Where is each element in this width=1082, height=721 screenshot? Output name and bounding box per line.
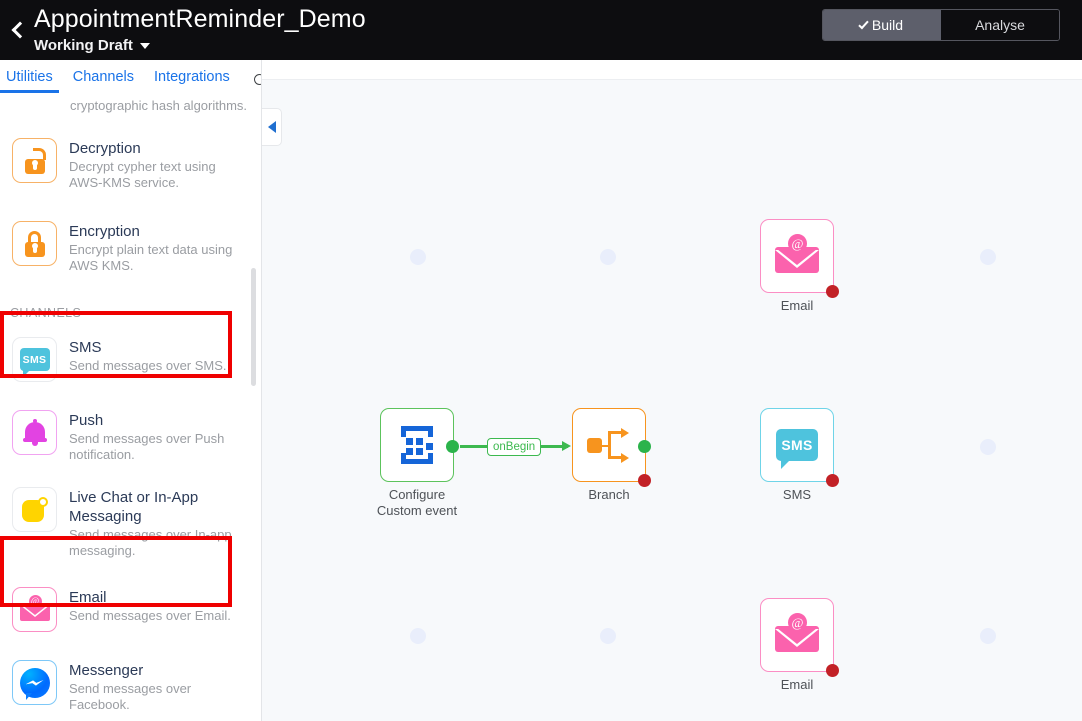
canvas-node-configure-custom-event[interactable]: Configure Custom event [377,408,477,519]
back-button[interactable] [0,0,34,60]
sms-bubble-icon: SMS [12,337,57,382]
sidebar-tabs: Utilities Channels Integrations [0,60,261,95]
node-label: Email [780,677,814,692]
sidebar-item-decryption[interactable]: Decryption Decrypt cypher text using AWS… [0,128,261,201]
canvas-node-email-bottom[interactable]: @ Email [760,598,857,693]
analyse-label: Analyse [975,17,1025,33]
node-label: Branch [588,487,630,502]
node-output-port[interactable] [638,440,651,453]
item-description: Encrypt plain text data using AWS KMS. [69,242,233,273]
grid-dot [980,249,996,265]
item-title: Decryption [69,140,141,157]
item-description: Send messages over Push notification. [69,431,225,462]
node-error-port[interactable] [638,474,651,487]
analyse-tab[interactable]: Analyse [941,10,1059,40]
node-box[interactable] [572,408,651,487]
envelope-at-icon: @ [775,234,819,273]
node-label-line1: Configure [388,487,446,502]
lock-icon [12,221,57,266]
item-title: Encryption [69,223,140,240]
tab-utilities-label: Utilities [6,69,53,85]
draft-label: Working Draft [34,36,133,54]
node-label: Email [780,298,814,313]
item-title: Email [69,589,107,606]
node-box[interactable]: @ [760,219,839,298]
mode-toggle: Build Analyse [822,9,1060,41]
top-bar: AppointmentReminder_Demo Working Draft B… [0,0,1082,60]
item-description: Send messages over SMS. [69,358,227,373]
truncated-description: cryptographic hash algorithms. [70,98,248,113]
canvas-top-strip [262,60,1082,80]
grid-dot [600,628,616,644]
tab-utilities[interactable]: Utilities [0,69,59,93]
sidebar-item-messenger[interactable]: Messenger Send messages over Facebook. [0,650,261,721]
sidebar-item-live-chat[interactable]: Live Chat or In-App Messaging Send messa… [0,477,261,569]
draft-selector[interactable]: Working Draft [34,36,366,56]
build-label: Build [871,17,904,33]
node-label: Configure Custom event [357,487,477,519]
node-box[interactable]: @ [760,598,839,677]
back-chevron-icon [11,21,29,39]
sidebar-item-encryption[interactable]: Encryption Encrypt plain text data using… [0,211,261,284]
node-label: SMS [782,487,812,502]
unlock-icon [12,138,57,183]
canvas-node-sms[interactable]: SMS SMS [760,408,857,503]
tab-integrations[interactable]: Integrations [154,69,230,93]
node-box[interactable] [380,408,459,482]
connector-label[interactable]: onBegin [487,438,542,456]
sidebar-item-sms[interactable]: SMS SMS Send messages over SMS. [0,325,261,394]
search-icon[interactable] [253,69,261,89]
collapse-panel-button[interactable] [262,108,282,146]
sms-bubble-icon: SMS [776,429,818,469]
search-glyph [253,73,261,85]
left-sidebar: Utilities Channels Integrations cryptogr… [0,60,262,721]
chevron-down-icon [139,42,150,49]
item-description: Send messages over Email. [69,608,231,623]
node-output-port[interactable] [446,440,459,453]
node-error-port[interactable] [826,664,839,677]
section-label-channels: CHANNELS [10,306,82,320]
custom-event-icon [396,424,438,466]
item-title: Messenger [69,662,144,679]
grid-dot [980,628,996,644]
bell-icon [12,410,57,455]
envelope-at-icon: @ [12,587,57,632]
chat-square-icon [12,487,57,532]
node-box[interactable]: SMS [760,408,839,487]
tab-channels-label: Channels [72,69,134,85]
grid-dot [600,249,616,265]
app-root: AppointmentReminder_Demo Working Draft B… [0,0,1082,721]
build-tab[interactable]: Build [823,10,941,40]
node-error-port[interactable] [826,474,839,487]
sidebar-scrollbar[interactable] [251,268,256,386]
connector-arrow-icon [562,441,571,451]
collapse-left-icon [267,121,276,133]
messenger-icon [12,660,57,705]
title-block: AppointmentReminder_Demo Working Draft [34,5,366,56]
envelope-at-icon: @ [775,613,819,652]
node-label-line2: Custom event [376,503,458,518]
canvas-node-branch[interactable]: Branch [572,408,669,503]
flow-canvas[interactable]: @ Email Configure Custom event onBegin B… [262,60,1082,721]
grid-dot [410,628,426,644]
item-description: Decrypt cypher text using AWS-KMS servic… [69,159,216,190]
grid-dot [980,439,996,455]
tab-integrations-label: Integrations [154,69,230,85]
node-error-port[interactable] [826,285,839,298]
page-title: AppointmentReminder_Demo [34,4,366,33]
check-icon [858,18,869,29]
item-title: Push [69,412,104,429]
item-description: Send messages over Facebook. [69,681,192,712]
sidebar-item-push[interactable]: Push Send messages over Push notificatio… [0,400,261,473]
tab-channels[interactable]: Channels [73,69,134,93]
item-title: Live Chat or In-App Messaging [69,489,199,525]
sidebar-item-email[interactable]: @ Email Send messages over Email. [0,575,261,646]
sidebar-list[interactable]: cryptographic hash algorithms. Decryptio… [0,95,261,721]
grid-dot [410,249,426,265]
item-description: Send messages over In-app messaging. [69,527,232,558]
branch-icon [587,425,631,465]
canvas-node-email-top[interactable]: @ Email [760,219,857,314]
item-title: SMS [69,339,102,356]
